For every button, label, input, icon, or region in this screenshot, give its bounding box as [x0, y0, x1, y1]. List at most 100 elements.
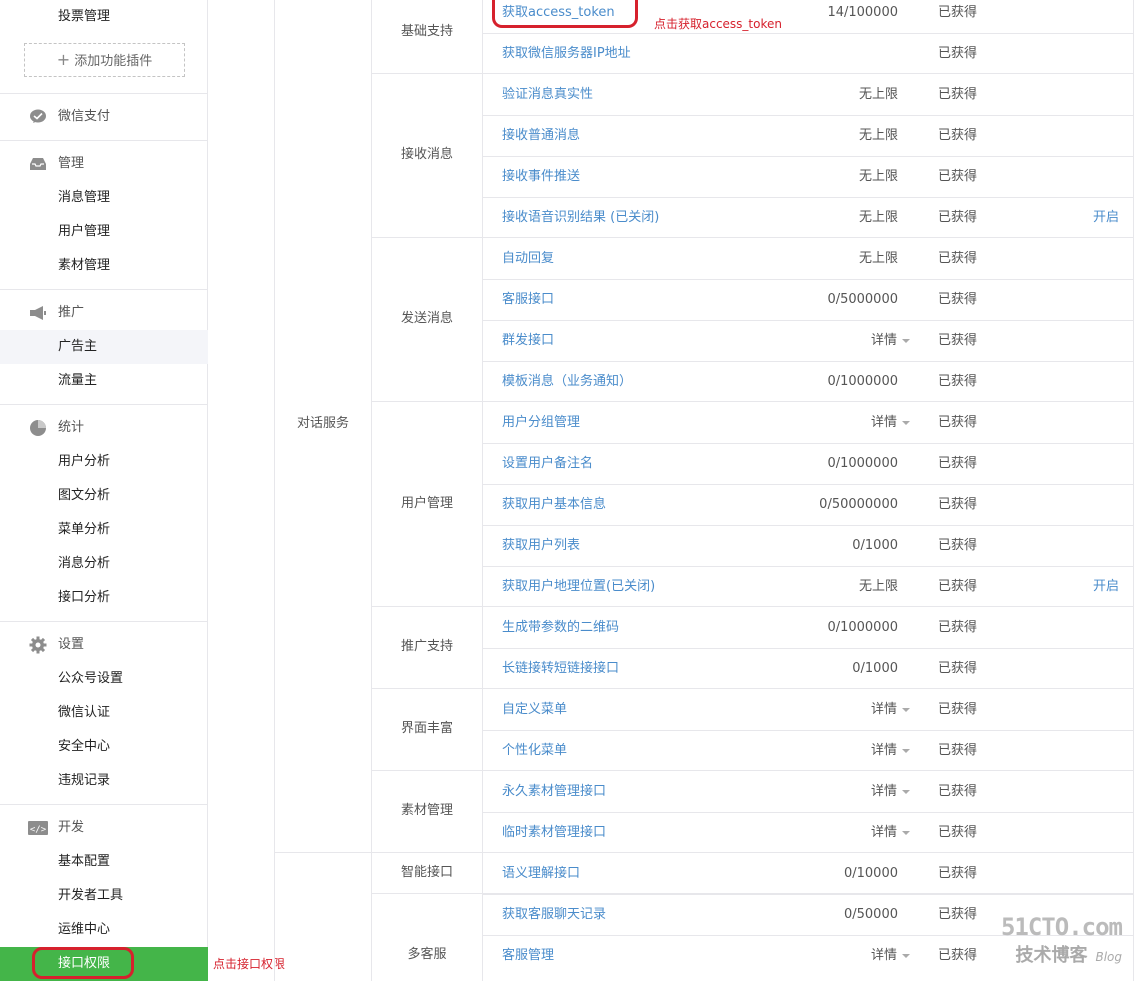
- api-status: 已获得: [938, 907, 978, 922]
- watermark-site: 51CTO.com: [1000, 913, 1123, 941]
- quota-text: 详情: [870, 948, 897, 963]
- api-name-link[interactable]: 接收普通消息: [502, 115, 580, 156]
- api-name-link[interactable]: 接收语音识别结果 (已关闭): [502, 197, 659, 238]
- table-row: 获取用户地理位置(已关闭) 无上限 已获得 开启: [483, 566, 1134, 607]
- table-row: 长链接转短链接接口 0/1000 已获得: [483, 648, 1134, 689]
- row-divider: [482, 894, 1134, 895]
- quota-text: 详情: [870, 415, 897, 430]
- api-name-link[interactable]: 获取微信服务器IP地址: [502, 33, 631, 74]
- enable-link[interactable]: 开启: [1093, 197, 1119, 238]
- quota-text: 0/5000000: [827, 292, 898, 307]
- table-row: 群发接口 详情 已获得: [483, 320, 1134, 361]
- quota-text: 0/50000000: [819, 497, 898, 512]
- table-row: 个性化菜单 详情 已获得: [483, 730, 1134, 771]
- sidebar-item-material-manage[interactable]: 素材管理: [58, 249, 110, 283]
- api-status: 已获得: [938, 210, 978, 225]
- api-quota[interactable]: 详情: [871, 771, 910, 812]
- group-title: 管理: [58, 156, 85, 171]
- api-name-link[interactable]: 获取用户列表: [502, 525, 580, 566]
- chevron-down-icon: [902, 707, 910, 712]
- api-quota: 0/1000000: [827, 607, 898, 648]
- sidebar-item-user-analysis[interactable]: 用户分析: [58, 445, 110, 479]
- table-row: 自动回复 无上限 已获得: [483, 238, 1134, 279]
- sidebar-item-publisher[interactable]: 流量主: [58, 364, 97, 398]
- api-name-link[interactable]: 设置用户备注名: [502, 443, 593, 484]
- table-row: 获取微信服务器IP地址 已获得: [483, 33, 1134, 74]
- quota-text: 详情: [870, 784, 897, 799]
- api-name-link[interactable]: 临时素材管理接口: [502, 812, 606, 853]
- api-quota: 无上限: [859, 566, 898, 607]
- sidebar-group-manage: 管理: [28, 147, 84, 181]
- add-plugin-button[interactable]: + 添加功能插件: [24, 43, 185, 77]
- quota-text: 无上限: [858, 210, 898, 225]
- api-name-link[interactable]: 长链接转短链接接口: [502, 648, 619, 689]
- api-name-link[interactable]: 接收事件推送: [502, 156, 580, 197]
- sidebar-item-security-center[interactable]: 安全中心: [58, 730, 110, 764]
- api-quota: 无上限: [859, 197, 898, 238]
- api-quota[interactable]: 详情: [871, 935, 910, 976]
- sidebar-item-user-manage[interactable]: 用户管理: [58, 215, 110, 249]
- sidebar-item-wechat-verify[interactable]: 微信认证: [58, 696, 110, 730]
- api-quota[interactable]: 详情: [871, 730, 910, 771]
- api-name-link[interactable]: 个性化菜单: [502, 730, 567, 771]
- chevron-down-icon: [902, 420, 910, 425]
- table-row: 接收语音识别结果 (已关闭) 无上限 已获得 开启: [483, 197, 1134, 238]
- api-name-link[interactable]: 验证消息真实性: [502, 74, 593, 115]
- group-name: 接收消息: [400, 147, 453, 162]
- api-name-link[interactable]: 获取用户基本信息: [502, 484, 606, 525]
- api-name-link[interactable]: 用户分组管理: [502, 402, 580, 443]
- api-status: 已获得: [938, 948, 978, 963]
- api-name-link[interactable]: 客服接口: [502, 279, 554, 320]
- code-icon: </>: [28, 818, 48, 838]
- table-row: 接收事件推送 无上限 已获得: [483, 156, 1134, 197]
- chevron-down-icon: [902, 748, 910, 753]
- table-row: 获取用户列表 0/1000 已获得: [483, 525, 1134, 566]
- api-quota[interactable]: 详情: [871, 812, 910, 853]
- highlight-oval: [492, 0, 638, 28]
- api-name-link[interactable]: 自动回复: [502, 238, 554, 279]
- api-quota[interactable]: 详情: [871, 689, 910, 730]
- api-status: 已获得: [938, 784, 978, 799]
- sidebar-item-menu-analysis[interactable]: 菜单分析: [58, 513, 110, 547]
- api-name-link[interactable]: 模板消息（业务通知）: [502, 361, 632, 402]
- sidebar-item-account-settings[interactable]: 公众号设置: [58, 662, 123, 696]
- sidebar-group-wechat-pay[interactable]: 微信支付: [28, 100, 110, 134]
- quota-text: 0/1000: [852, 661, 898, 676]
- sidebar-item-article-analysis[interactable]: 图文分析: [58, 479, 110, 513]
- api-name-link[interactable]: 自定义菜单: [502, 689, 567, 730]
- chevron-down-icon: [902, 953, 910, 958]
- plus-icon: +: [56, 50, 71, 69]
- api-name-link[interactable]: 生成带参数的二维码: [502, 607, 619, 648]
- api-quota: 无上限: [859, 115, 898, 156]
- api-permission-table: 对话服务 基础支持 接收消息 发送消息 用户管理 推广支持 界面丰富 素材管理 …: [208, 0, 1134, 981]
- api-quota[interactable]: 详情: [871, 402, 910, 443]
- api-status: 已获得: [938, 333, 978, 348]
- api-quota: 无上限: [859, 74, 898, 115]
- table-row: 临时素材管理接口 详情 已获得: [483, 812, 1134, 853]
- sidebar-item-message-analysis[interactable]: 消息分析: [58, 547, 110, 581]
- group-title: 推广: [58, 305, 85, 320]
- group-name: 用户管理: [400, 496, 453, 511]
- sidebar-item-dev-tools[interactable]: 开发者工具: [58, 879, 123, 913]
- api-name-link[interactable]: 语义理解接口: [502, 853, 580, 894]
- api-name-link[interactable]: 客服管理: [502, 935, 554, 976]
- group-name: 智能接口: [400, 865, 453, 880]
- api-quota[interactable]: 详情: [871, 320, 910, 361]
- api-name-link[interactable]: 群发接口: [502, 320, 554, 361]
- sidebar-item-violations[interactable]: 违规记录: [58, 764, 110, 798]
- sidebar-item-basic-config[interactable]: 基本配置: [58, 845, 110, 879]
- enable-link[interactable]: 开启: [1093, 566, 1119, 607]
- group-name: 推广支持: [400, 639, 453, 654]
- sidebar-item-vote[interactable]: 投票管理: [58, 0, 110, 34]
- api-name-link[interactable]: 永久素材管理接口: [502, 771, 606, 812]
- chevron-down-icon: [902, 789, 910, 794]
- sidebar-item-ops-center[interactable]: 运维中心: [58, 913, 110, 947]
- sidebar-item-message-manage[interactable]: 消息管理: [58, 181, 110, 215]
- api-name-link[interactable]: 获取用户地理位置(已关闭): [502, 566, 655, 607]
- sidebar-item-api-analysis[interactable]: 接口分析: [58, 581, 110, 615]
- api-status: 已获得: [938, 292, 978, 307]
- api-status: 已获得: [938, 251, 978, 266]
- sidebar-item-advertiser[interactable]: 广告主: [0, 330, 208, 364]
- quota-text: 14/100000: [827, 5, 898, 20]
- api-name-link[interactable]: 获取客服聊天记录: [502, 894, 606, 935]
